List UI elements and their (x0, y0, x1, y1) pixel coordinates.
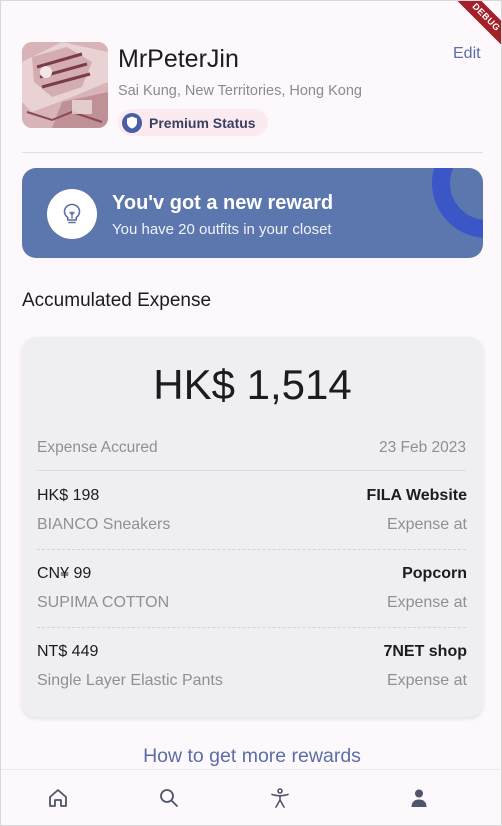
expense-item-store: 7NET shop (383, 643, 467, 660)
search-icon (160, 789, 178, 807)
nav-accessibility[interactable] (268, 786, 292, 810)
expense-accrued-date: 23 Feb 2023 (378, 439, 466, 456)
expense-item-store-label: Expense at (386, 594, 467, 611)
decorative-arc (432, 168, 483, 238)
expense-item[interactable]: NT$ 449 Single Layer Elastic Pants 7NET … (37, 643, 467, 697)
reward-subtitle: You have 20 outfits in your closet (112, 221, 332, 238)
expense-item-name: BIANCO Sneakers (37, 516, 171, 533)
reward-card[interactable]: You'v got a new reward You have 20 outfi… (22, 168, 483, 258)
expense-item-store-label: Expense at (386, 672, 467, 689)
avatar-image (22, 42, 108, 128)
lightbulb-icon (63, 203, 81, 224)
nav-search[interactable] (157, 786, 181, 810)
avatar[interactable] (22, 42, 108, 128)
expense-item-separator (37, 549, 466, 550)
expense-item-store: FILA Website (366, 487, 467, 504)
bottom-nav (1, 769, 501, 825)
shield-icon (122, 112, 142, 133)
expense-divider (37, 470, 466, 471)
expense-item[interactable]: HK$ 198 BIANCO Sneakers FILA Website Exp… (37, 487, 467, 541)
expense-total: HK$ 1,514 (153, 361, 352, 408)
expense-item-amount: NT$ 449 (37, 643, 99, 660)
accumulated-expense-title: Accumulated Expense (22, 290, 212, 311)
expense-item-amount: CN¥ 99 (37, 565, 92, 582)
home-icon (49, 789, 67, 807)
nav-profile[interactable] (407, 786, 431, 810)
profile-location: Sai Kung, New Territories, Hong Kong (118, 83, 362, 99)
expense-accrued-label: Expense Accured (37, 439, 158, 456)
person-icon (411, 789, 427, 807)
premium-status-badge: Premium Status (118, 109, 268, 136)
expense-card: HK$ 1,514 Expense Accured 23 Feb 2023 HK… (22, 337, 483, 717)
reward-title: You'v got a new reward (112, 192, 334, 214)
accessibility-icon (271, 788, 289, 808)
profile-name: MrPeterJin (118, 45, 239, 73)
expense-item-store: Popcorn (402, 565, 467, 582)
nav-home[interactable] (46, 786, 70, 810)
premium-status-label: Premium Status (149, 114, 256, 131)
more-rewards-link[interactable]: How to get more rewards (1, 745, 501, 768)
header-divider (22, 152, 483, 153)
app-screen: MrPeterJin Sai Kung, New Territories, Ho… (0, 0, 502, 826)
edit-button[interactable]: Edit (453, 45, 481, 63)
expense-item-separator (37, 627, 466, 628)
expense-item-amount: HK$ 198 (37, 487, 100, 504)
reward-icon-container (47, 189, 97, 239)
expense-item-name: SUPIMA COTTON (37, 594, 170, 611)
expense-item[interactable]: CN¥ 99 SUPIMA COTTON Popcorn Expense at (37, 565, 467, 619)
expense-item-name: Single Layer Elastic Pants (37, 672, 223, 689)
expense-item-store-label: Expense at (386, 516, 467, 533)
